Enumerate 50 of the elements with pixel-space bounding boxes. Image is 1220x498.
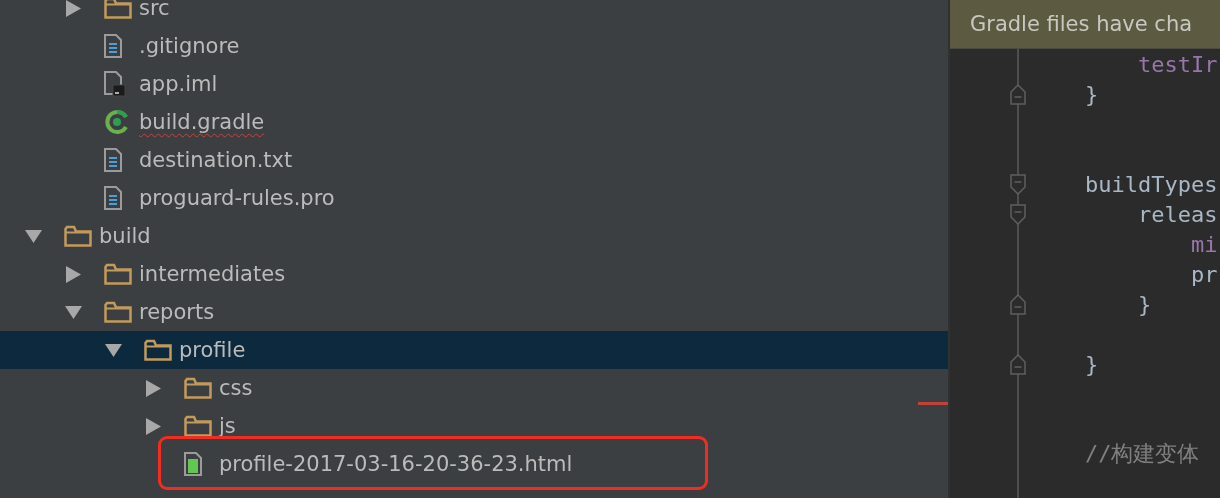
tree-item[interactable]: profile xyxy=(179,338,246,362)
expand-arrow-icon[interactable] xyxy=(146,379,161,397)
tree-item[interactable]: build xyxy=(99,224,151,248)
tree-item[interactable]: css xyxy=(219,376,253,400)
code-token: releas xyxy=(1138,201,1218,227)
fold-marker-icon[interactable] xyxy=(1010,353,1026,375)
error-stripe xyxy=(918,402,948,405)
expand-arrow-icon[interactable] xyxy=(66,0,81,17)
fold-marker-icon[interactable] xyxy=(1010,173,1026,195)
text-file-icon xyxy=(104,186,122,210)
html-file-icon xyxy=(184,452,202,476)
folder-icon xyxy=(104,263,132,285)
folder-icon xyxy=(104,0,132,19)
code-token: pr xyxy=(1191,261,1218,287)
tree-item[interactable]: src xyxy=(139,0,170,20)
code-token: } xyxy=(1085,351,1099,377)
code-token: testIr xyxy=(1138,51,1218,77)
tree-item[interactable]: destination.txt xyxy=(139,148,293,172)
tree-item[interactable]: intermediates xyxy=(139,262,286,286)
code-token: } xyxy=(1085,81,1099,107)
code-token: buildTypes xyxy=(1085,171,1218,197)
notification-text: Gradle files have cha xyxy=(970,12,1193,36)
fold-marker-icon[interactable] xyxy=(1010,83,1026,105)
collapse-arrow-icon[interactable] xyxy=(105,343,122,357)
code-token: mi xyxy=(1191,231,1218,257)
collapse-arrow-icon[interactable] xyxy=(25,229,42,243)
folder-icon xyxy=(144,339,172,361)
tree-item[interactable]: app.iml xyxy=(139,72,218,96)
tree-row[interactable]: profile xyxy=(0,331,948,369)
expand-arrow-icon[interactable] xyxy=(146,417,161,435)
folder-icon xyxy=(184,377,212,399)
collapse-arrow-icon[interactable] xyxy=(65,305,82,319)
code-comment: //构建变体 xyxy=(1085,441,1200,466)
tree-item[interactable]: js xyxy=(219,414,236,438)
tree-item[interactable]: build.gradle xyxy=(139,110,265,134)
text-file-icon xyxy=(104,34,122,58)
tree-item[interactable]: .gitignore xyxy=(139,34,240,58)
fold-marker-icon[interactable] xyxy=(1010,203,1026,225)
fold-marker-icon[interactable] xyxy=(1010,293,1026,315)
tree-item[interactable]: reports xyxy=(139,300,215,324)
code-token: } xyxy=(1138,291,1152,317)
text-file-icon xyxy=(104,148,122,172)
module-file-icon xyxy=(104,71,126,97)
expand-arrow-icon[interactable] xyxy=(66,265,81,283)
gradle-icon xyxy=(104,109,130,135)
tree-item[interactable]: profile-2017-03-16-20-36-23.html xyxy=(219,452,573,476)
folder-icon xyxy=(64,225,92,247)
folder-icon xyxy=(184,415,212,437)
tree-item[interactable]: proguard-rules.pro xyxy=(139,186,335,210)
folder-icon xyxy=(104,301,132,323)
